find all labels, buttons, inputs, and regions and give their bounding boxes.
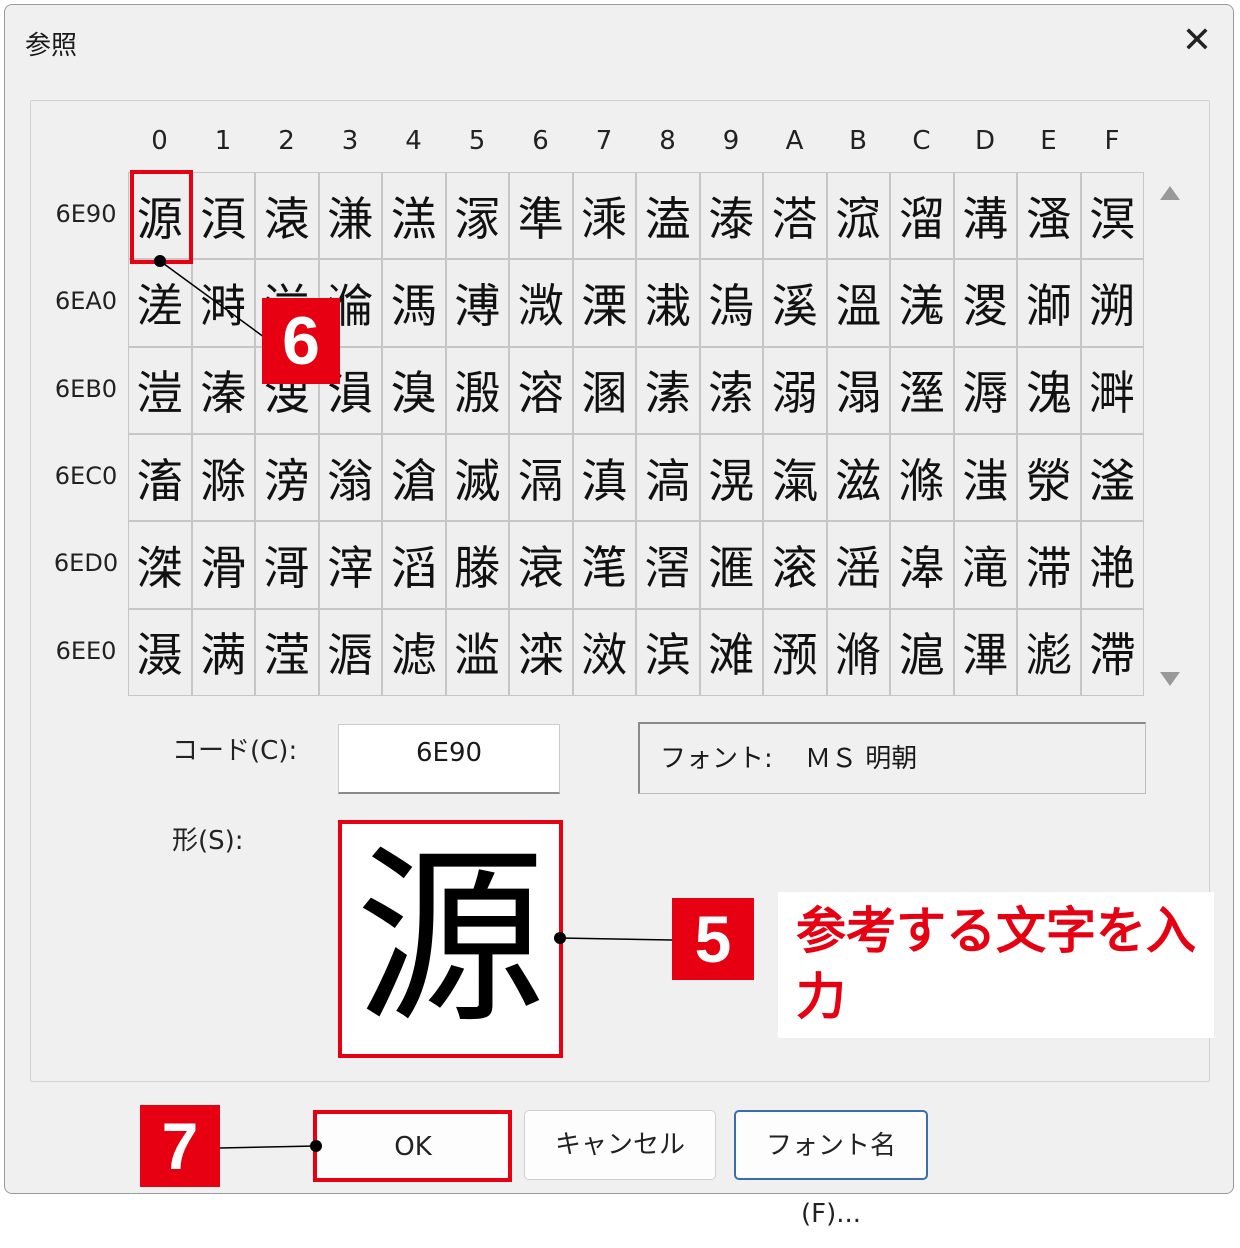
step-7-badge: 7 (140, 1105, 220, 1187)
step-6-badge: 6 (262, 298, 340, 384)
step-5-badge: 5 (672, 898, 754, 980)
instruction-note: 参考する文字を入力 (778, 892, 1214, 1038)
annotation-leader-lines (154, 255, 673, 1152)
instruction-text: 参考する文字を入力 (796, 902, 1196, 1026)
